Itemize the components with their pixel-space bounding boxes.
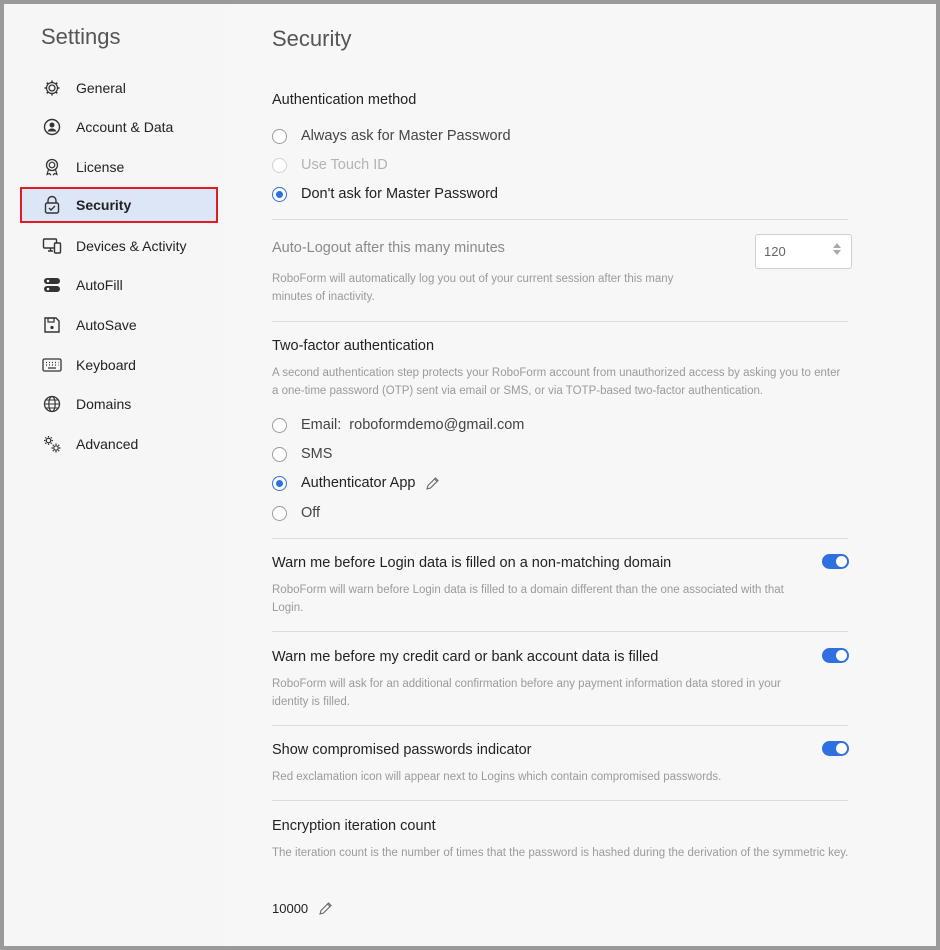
devices-icon <box>42 236 62 256</box>
sidebar-item-label: Domains <box>76 396 132 412</box>
chevron-up-icon[interactable] <box>833 242 841 248</box>
email-address: roboformdemo@gmail.com <box>349 417 525 433</box>
radio-dont-ask[interactable]: Don't ask for Master Password <box>272 186 498 202</box>
sidebar-item-label: Account & Data <box>76 119 174 135</box>
edit-pencil-icon[interactable] <box>425 476 440 491</box>
floppy-icon <box>42 315 62 335</box>
gear-icon <box>42 78 62 98</box>
sidebar-item-label: AutoSave <box>76 317 137 333</box>
badge-icon <box>42 157 62 177</box>
warn-domain-description: RoboForm will warn before Login data is … <box>272 584 784 614</box>
sidebar-item-license[interactable]: License <box>20 149 218 185</box>
radio-label: SMS <box>301 446 333 462</box>
sidebar-item-domains[interactable]: Domains <box>20 386 218 422</box>
auto-logout-value: 120 <box>764 244 786 259</box>
warn-payment-title: Warn me before my credit card or bank ac… <box>272 649 659 665</box>
globe-icon <box>42 394 62 414</box>
user-circle-icon <box>42 117 62 137</box>
warn-domain-title: Warn me before Login data is filled on a… <box>272 555 672 571</box>
auth-method-heading: Authentication method <box>272 92 417 108</box>
sidebar-item-security[interactable]: Security <box>20 187 218 223</box>
compromised-indicator-toggle[interactable] <box>822 741 849 756</box>
divider <box>272 800 848 801</box>
radio-label: Use Touch ID <box>301 157 388 173</box>
radio-button[interactable] <box>272 417 287 433</box>
warn-domain-toggle[interactable] <box>822 554 849 569</box>
divider <box>272 538 848 539</box>
radio-button[interactable] <box>272 446 287 462</box>
auto-logout-label: Auto-Logout after this many minutes <box>272 240 505 256</box>
encryption-heading: Encryption iteration count <box>272 818 436 834</box>
radio-always-ask[interactable]: Always ask for Master Password <box>272 128 511 144</box>
settings-window: Settings General Account & Data License … <box>4 4 936 946</box>
sidebar-item-label: General <box>76 80 126 96</box>
sidebar-item-label: Advanced <box>76 436 139 452</box>
two-factor-heading: Two-factor authentication <box>272 338 435 354</box>
sidebar-item-autofill[interactable]: AutoFill <box>20 267 218 303</box>
radio-authenticator-app[interactable]: Authenticator App <box>272 475 440 491</box>
radio-button[interactable] <box>272 475 287 491</box>
gears-icon <box>42 434 62 454</box>
radio-button[interactable] <box>272 128 287 144</box>
encryption-value-row: 10000 <box>272 901 333 916</box>
sidebar-item-label: License <box>76 159 125 175</box>
chevron-down-icon[interactable] <box>833 250 841 256</box>
sidebar-item-autosave[interactable]: AutoSave <box>20 307 218 343</box>
encryption-description: The iteration count is the number of tim… <box>272 847 849 859</box>
encryption-value: 10000 <box>272 901 309 916</box>
sidebar-item-label: Keyboard <box>76 357 136 373</box>
auto-logout-stepper[interactable]: 120 <box>755 234 852 269</box>
two-factor-description: A second authentication step protects yo… <box>272 367 841 397</box>
sidebar-item-devices-activity[interactable]: Devices & Activity <box>20 228 218 264</box>
sidebar-item-label: Security <box>76 197 132 213</box>
keyboard-icon <box>42 355 62 375</box>
security-panel: Security Authentication method Always as… <box>226 4 936 946</box>
radio-sms[interactable]: SMS <box>272 446 332 462</box>
compromised-indicator-description: Red exclamation icon will appear next to… <box>272 771 722 783</box>
radio-label: Off <box>301 505 321 521</box>
sidebar-item-label: Devices & Activity <box>76 238 187 254</box>
radio-label: Don't ask for Master Password <box>301 186 498 202</box>
radio-label: Authenticator App <box>301 475 416 491</box>
divider <box>272 321 848 322</box>
sidebar-item-advanced[interactable]: Advanced <box>20 426 218 462</box>
sidebar-item-general[interactable]: General <box>20 70 218 106</box>
sidebar: Settings General Account & Data License … <box>4 4 226 946</box>
autofill-icon <box>42 275 62 295</box>
radio-label: Email: <box>301 417 342 433</box>
lock-icon <box>42 195 62 215</box>
radio-button[interactable] <box>272 505 287 521</box>
sidebar-item-label: AutoFill <box>76 277 123 293</box>
auto-logout-description: RoboForm will automatically log you out … <box>272 273 674 303</box>
stepper-arrows[interactable] <box>833 242 841 256</box>
radio-touch-id: Use Touch ID <box>272 157 388 173</box>
divider <box>272 219 848 220</box>
warn-payment-toggle[interactable] <box>822 648 849 663</box>
sidebar-title: Settings <box>41 24 121 49</box>
radio-button <box>272 157 287 173</box>
sidebar-item-keyboard[interactable]: Keyboard <box>20 347 218 383</box>
divider <box>272 631 848 632</box>
radio-button[interactable] <box>272 186 287 202</box>
edit-pencil-icon[interactable] <box>318 901 333 916</box>
page-title: Security <box>272 26 352 51</box>
radio-email[interactable]: Email: roboformdemo@gmail.com <box>272 417 524 433</box>
radio-label: Always ask for Master Password <box>301 128 511 144</box>
divider <box>272 725 848 726</box>
radio-off[interactable]: Off <box>272 505 320 521</box>
compromised-indicator-title: Show compromised passwords indicator <box>272 742 532 758</box>
sidebar-item-account-data[interactable]: Account & Data <box>20 109 218 145</box>
warn-payment-description: RoboForm will ask for an additional conf… <box>272 678 781 708</box>
